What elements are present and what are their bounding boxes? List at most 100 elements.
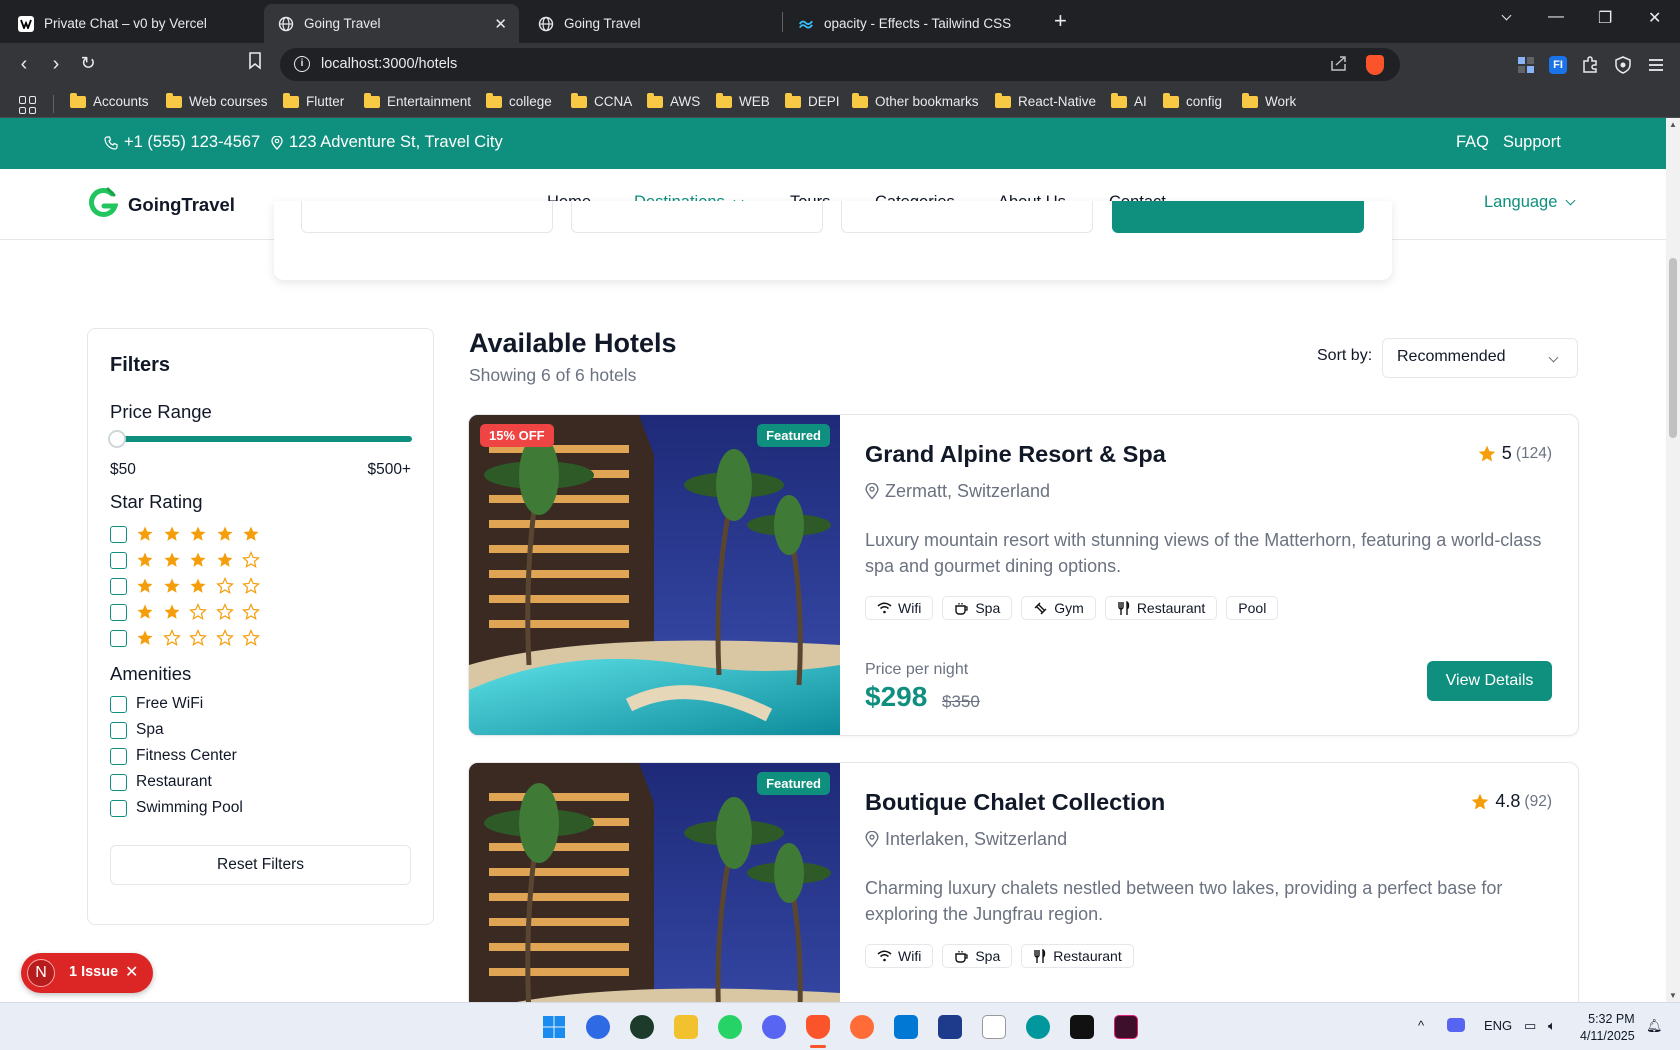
checkbox[interactable] bbox=[110, 799, 127, 817]
forward-icon[interactable]: › bbox=[44, 53, 68, 76]
price-slider-track[interactable] bbox=[112, 436, 412, 442]
hotel-photo[interactable]: 15% OFF Featured bbox=[469, 415, 840, 735]
amenity-option-fitness-center[interactable]: Fitness Center bbox=[110, 746, 237, 766]
reload-icon[interactable]: ↻ bbox=[76, 53, 100, 74]
checkbox[interactable] bbox=[110, 551, 127, 569]
puzzle-icon[interactable] bbox=[1581, 56, 1599, 74]
phone-contact[interactable]: +1 (555) 123-4567 bbox=[104, 133, 260, 152]
bookmark-aws[interactable]: AWS bbox=[647, 92, 700, 109]
star-rating-option-1[interactable] bbox=[110, 628, 269, 648]
share-icon[interactable] bbox=[1330, 55, 1348, 75]
amenity-option-restaurant[interactable]: Restaurant bbox=[110, 772, 212, 792]
mongodb-compass-icon[interactable] bbox=[630, 1015, 654, 1039]
extension-grid-icon[interactable] bbox=[1517, 56, 1535, 74]
bookmark-web[interactable]: WEB bbox=[716, 92, 770, 109]
tab-search-chevron-icon[interactable] bbox=[1501, 9, 1512, 27]
vscode-icon[interactable] bbox=[894, 1015, 918, 1039]
checkbox[interactable] bbox=[110, 747, 127, 765]
bookmark-react-native[interactable]: React-Native bbox=[995, 92, 1096, 109]
language-selector[interactable]: Language bbox=[1484, 193, 1576, 212]
minimize-icon[interactable]: — bbox=[1548, 8, 1564, 26]
page-scrollbar[interactable]: ▲ ▼ bbox=[1666, 118, 1680, 1002]
discord-icon[interactable] bbox=[762, 1015, 786, 1039]
faq-link[interactable]: FAQ bbox=[1456, 133, 1489, 152]
tab-going-travel[interactable]: Going Travel bbox=[524, 4, 779, 43]
tab-tailwind[interactable]: opacity - Effects - Tailwind CSS bbox=[784, 4, 1039, 43]
volume-icon[interactable]: 🔈︎ bbox=[1548, 1018, 1556, 1034]
scroll-up-arrow-icon[interactable]: ▲ bbox=[1669, 120, 1677, 129]
price-slider-handle[interactable] bbox=[108, 430, 126, 448]
hotel-name[interactable]: Boutique Chalet Collection bbox=[865, 789, 1165, 816]
geogebra-icon[interactable] bbox=[982, 1015, 1006, 1039]
tray-overflow-chevron-icon[interactable]: ^ bbox=[1418, 1018, 1424, 1033]
view-details-button[interactable]: View Details bbox=[1427, 661, 1552, 701]
network-icon[interactable]: ▭ bbox=[1524, 1018, 1536, 1034]
checkbox[interactable] bbox=[110, 577, 127, 595]
discord-tray-icon[interactable] bbox=[1447, 1018, 1465, 1032]
new-tab-icon[interactable]: + bbox=[1054, 8, 1067, 34]
close-window-icon[interactable]: ✕ bbox=[1648, 8, 1661, 28]
bookmark-accounts[interactable]: Accounts bbox=[70, 92, 149, 109]
scrollbar-thumb[interactable] bbox=[1669, 258, 1677, 438]
brand-logo-icon[interactable] bbox=[88, 186, 118, 220]
tab-v0-chat[interactable]: Private Chat – v0 by Vercel bbox=[4, 4, 262, 43]
bookmark-depi[interactable]: DEPI bbox=[785, 92, 840, 109]
date-input[interactable] bbox=[571, 201, 823, 233]
amenity-option-spa[interactable]: Spa bbox=[110, 720, 164, 740]
brave-browser-icon[interactable] bbox=[806, 1015, 830, 1039]
scroll-down-arrow-icon[interactable]: ▼ bbox=[1669, 991, 1677, 1000]
tab-going-travel-active[interactable]: Going Travel ✕ bbox=[264, 4, 519, 43]
checkbox[interactable] bbox=[110, 603, 127, 621]
apps-icon[interactable] bbox=[19, 96, 37, 114]
input-language[interactable]: ENG bbox=[1484, 1018, 1512, 1033]
vpn-shield-icon[interactable] bbox=[1614, 56, 1632, 74]
app-store-icon[interactable] bbox=[586, 1015, 610, 1039]
capcut-icon[interactable] bbox=[1070, 1015, 1094, 1039]
notification-icon[interactable]: 🔔︎ bbox=[1646, 1018, 1663, 1034]
back-icon[interactable]: ‹ bbox=[12, 53, 36, 76]
file-explorer-icon[interactable] bbox=[674, 1015, 698, 1039]
checkbox[interactable] bbox=[110, 695, 127, 713]
star-rating-option-2[interactable] bbox=[110, 602, 269, 622]
checkbox[interactable] bbox=[110, 773, 127, 791]
amenity-option-swimming-pool[interactable]: Swimming Pool bbox=[110, 798, 243, 818]
reset-filters-button[interactable]: Reset Filters bbox=[110, 845, 411, 885]
bookmark-flutter[interactable]: Flutter bbox=[283, 92, 344, 109]
support-link[interactable]: Support bbox=[1503, 133, 1561, 152]
destination-input[interactable] bbox=[301, 201, 553, 233]
hotel-name[interactable]: Grand Alpine Resort & Spa bbox=[865, 441, 1166, 468]
star-rating-option-4[interactable] bbox=[110, 550, 269, 570]
bookmark-ai[interactable]: AI bbox=[1111, 92, 1147, 109]
bookmark-work[interactable]: Work bbox=[1242, 92, 1296, 109]
vmware-icon[interactable] bbox=[1114, 1015, 1138, 1039]
address-bar[interactable]: i localhost:3000/hotels bbox=[280, 48, 1400, 81]
checkbox[interactable] bbox=[110, 629, 127, 647]
bookmark-web-courses[interactable]: Web courses bbox=[166, 92, 268, 109]
dev-issues-badge[interactable]: N 1 Issue ✕ bbox=[21, 953, 153, 993]
whatsapp-icon[interactable] bbox=[718, 1015, 742, 1039]
star-rating-option-5[interactable] bbox=[110, 524, 269, 544]
bookmark-college[interactable]: college bbox=[486, 92, 552, 109]
brave-shields-icon[interactable] bbox=[1366, 55, 1384, 75]
brand-name[interactable]: GoingTravel bbox=[128, 194, 235, 216]
system-clock[interactable]: 5:32 PM 4/11/2025 bbox=[1580, 1011, 1635, 1045]
issue-count[interactable]: 1 Issue bbox=[69, 964, 118, 980]
sort-select[interactable]: Recommended bbox=[1382, 338, 1578, 378]
arduino-icon[interactable] bbox=[1026, 1015, 1050, 1039]
amenity-option-free-wifi[interactable]: Free WiFi bbox=[110, 694, 203, 714]
bookmark-other[interactable]: Other bookmarks bbox=[852, 92, 979, 109]
bookmark-config[interactable]: config bbox=[1163, 92, 1222, 109]
checkbox[interactable] bbox=[110, 721, 127, 739]
close-icon[interactable]: ✕ bbox=[125, 962, 138, 982]
search-button[interactable] bbox=[1112, 201, 1364, 233]
site-info-icon[interactable]: i bbox=[294, 56, 310, 72]
bookmark-entertainment[interactable]: Entertainment bbox=[364, 92, 471, 109]
windows-start-icon[interactable] bbox=[542, 1015, 566, 1039]
guests-input[interactable] bbox=[841, 201, 1093, 233]
hotel-photo[interactable]: Featured bbox=[469, 763, 840, 1002]
star-rating-option-3[interactable] bbox=[110, 576, 269, 596]
close-tab-icon[interactable]: ✕ bbox=[494, 15, 507, 33]
restore-icon[interactable]: ❐ bbox=[1598, 8, 1612, 28]
fi-extension-icon[interactable]: FI bbox=[1549, 56, 1567, 74]
checkbox[interactable] bbox=[110, 525, 127, 543]
